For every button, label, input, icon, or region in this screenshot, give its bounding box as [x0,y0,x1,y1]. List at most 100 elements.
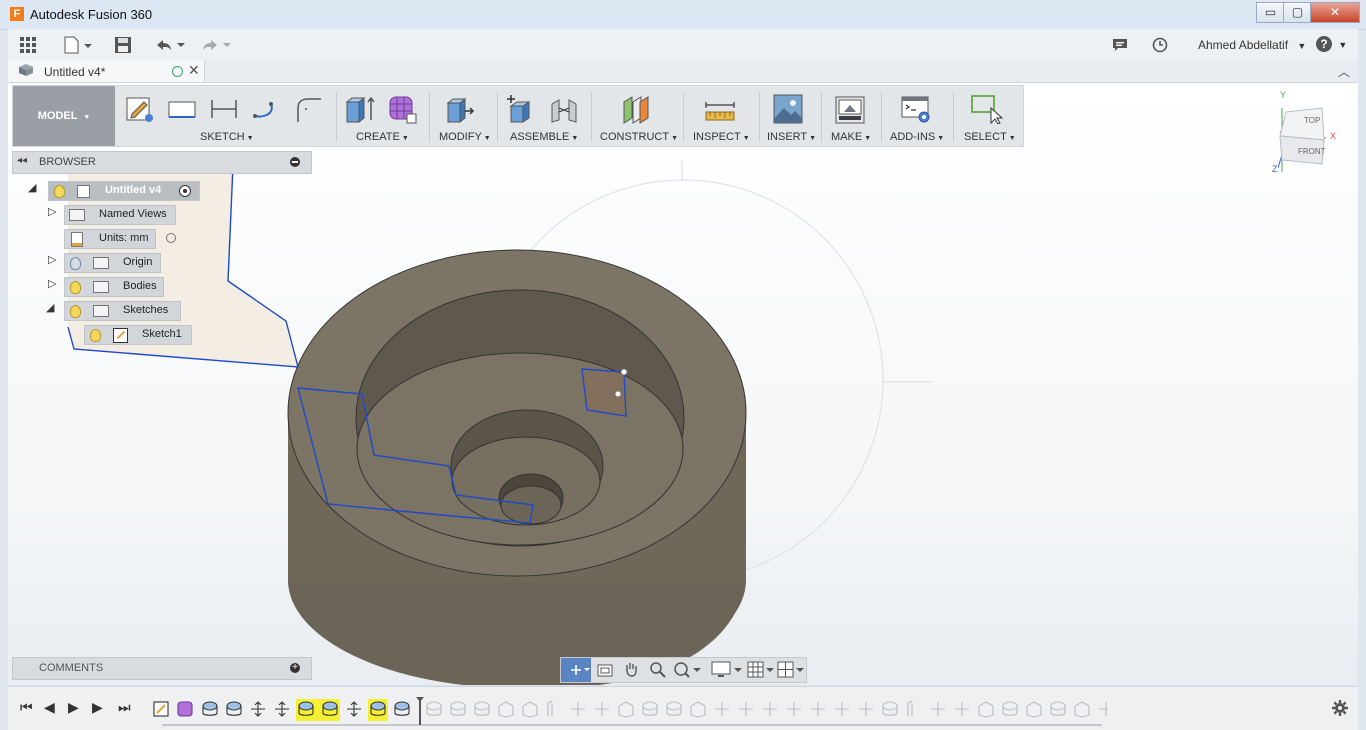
data-panel-grid-icon[interactable] [20,37,36,53]
viewcube-front-face[interactable]: FRONT [1298,147,1326,156]
viewcube-top-face[interactable]: TOP [1304,116,1320,125]
toolbar-separator [429,92,430,142]
workspace-switcher-button[interactable]: MODEL ▼ [13,86,115,146]
grid-snaps-icon[interactable] [747,661,775,679]
collapse-sketches-icon[interactable]: ◢ [46,301,54,314]
expand-origin-icon[interactable]: ▷ [48,253,56,266]
select-group-menu[interactable]: SELECT ▼ [964,131,1016,143]
quick-access-toolbar: Ahmed Abdellatif ▼ ? ▼ [8,29,1358,61]
workspace-label: MODEL [37,110,78,122]
cylinder-body [287,249,747,685]
units-edit-icon[interactable] [166,233,176,243]
user-account-menu[interactable]: Ahmed Abdellatif ▼ [1198,38,1306,52]
new-component-icon[interactable] [505,94,535,124]
select-icon[interactable] [971,94,1004,125]
modify-group-menu[interactable]: MODIFY ▼ [439,131,491,143]
job-status-clock-icon[interactable] [1152,37,1168,53]
inspect-group-menu[interactable]: INSPECT ▼ [693,131,750,143]
tree-item-root[interactable]: Untitled v4 [48,181,200,201]
step-back-icon[interactable]: ◀ [44,699,55,716]
look-at-icon[interactable] [597,662,613,678]
orbit-tool-button[interactable] [561,658,591,682]
visibility-bulb-off-icon[interactable] [70,257,81,270]
expand-named-views-icon[interactable]: ▷ [48,205,56,218]
sketch-spline-icon[interactable] [251,94,281,124]
display-settings-icon[interactable] [711,661,743,679]
go-to-end-icon[interactable]: ⏭ [118,699,131,716]
help-menu[interactable]: ? ▼ [1316,36,1350,54]
play-icon[interactable]: ▶ [68,699,79,716]
comments-icon[interactable] [1112,38,1128,52]
browser-title: BROWSER [39,156,96,168]
tree-item-units[interactable]: Units: mm [64,229,156,249]
timeline-settings-gear-icon[interactable] [1332,700,1348,716]
document-tab[interactable]: Untitled v4* ✕ [8,60,205,82]
browser-panel-header: ◂◂ BROWSER [12,151,312,174]
folder-icon [69,209,85,221]
sketch-fillet-icon[interactable] [293,94,323,124]
minimize-button[interactable]: ▭ [1256,2,1285,23]
timeline-features[interactable] [148,695,1108,727]
fit-zoom-window-icon[interactable] [673,661,703,679]
visibility-bulb-icon[interactable] [54,185,65,198]
tree-item-bodies[interactable]: Bodies [64,277,164,297]
redo-icon[interactable] [200,37,232,53]
extrude-icon[interactable] [345,94,375,124]
tree-item-named-views[interactable]: Named Views [64,205,176,225]
visibility-bulb-icon[interactable] [90,329,101,342]
visibility-bulb-icon[interactable] [70,305,81,318]
form-mesh-icon[interactable] [387,94,417,124]
pan-hand-icon[interactable] [623,661,639,677]
viewports-icon[interactable] [777,661,805,679]
close-button[interactable]: ✕ [1310,2,1360,23]
step-forward-icon[interactable]: ▶ [92,699,103,716]
collapse-ribbon-icon[interactable]: ︿ [1338,63,1350,80]
file-menu-icon[interactable] [64,36,94,54]
navigation-bar [560,657,807,683]
scripts-addins-icon[interactable] [901,94,931,124]
collapse-browser-icon[interactable]: ◂◂ [17,155,27,166]
undo-icon[interactable] [154,37,186,53]
tree-item-label: Sketch1 [142,328,182,340]
rectangle-icon[interactable] [167,94,197,124]
insert-group-menu[interactable]: INSERT ▼ [767,131,816,143]
zoom-icon[interactable] [649,661,667,679]
chevron-down-icon: ▼ [809,135,817,142]
view-cube[interactable]: TOP FRONT X Y Z [1272,90,1338,174]
tree-item-sketches[interactable]: Sketches [64,301,181,321]
make-group-menu[interactable]: MAKE ▼ [831,131,871,143]
comments-title: COMMENTS [39,662,104,674]
create-sketch-icon[interactable] [125,94,155,124]
collapse-root-icon[interactable]: ◢ [28,181,36,194]
joint-icon[interactable] [549,94,579,124]
close-tab-icon[interactable]: ✕ [188,62,200,79]
3d-print-icon[interactable] [835,94,865,124]
document-tab-strip: Untitled v4* ✕ ︿ [8,60,1358,83]
visibility-bulb-icon[interactable] [70,281,81,294]
press-pull-icon[interactable] [445,94,475,124]
sketch-group-menu[interactable]: SKETCH ▼ [200,131,254,143]
axis-z-label: Z [1272,164,1278,174]
offset-plane-icon[interactable] [621,94,651,124]
insert-image-icon[interactable] [773,94,803,124]
maximize-button[interactable]: ▢ [1283,2,1312,23]
create-group-menu[interactable]: CREATE ▼ [356,131,409,143]
go-to-start-icon[interactable]: ⏮ [20,699,33,716]
assemble-group-menu[interactable]: ASSEMBLE ▼ [510,131,578,143]
browser-minimize-icon[interactable] [290,157,300,167]
construct-group-menu[interactable]: CONSTRUCT ▼ [600,131,678,143]
activate-component-icon[interactable] [179,185,191,197]
toolbar-separator [953,92,954,142]
tree-item-origin[interactable]: Origin [64,253,161,273]
sketch-dimension-icon[interactable] [209,94,239,124]
chevron-down-icon: ▼ [483,135,491,142]
expand-bodies-icon[interactable]: ▷ [48,277,56,290]
orbit-icon [571,665,590,675]
comments-panel[interactable]: COMMENTS + [12,657,312,680]
measure-icon[interactable] [705,94,735,124]
tree-item-sketch1[interactable]: Sketch1 [84,325,192,345]
add-comment-icon[interactable]: + [290,663,300,673]
create-group-label: CREATE [356,131,400,143]
addins-group-menu[interactable]: ADD-INS ▼ [890,131,944,143]
save-icon[interactable] [114,36,132,54]
